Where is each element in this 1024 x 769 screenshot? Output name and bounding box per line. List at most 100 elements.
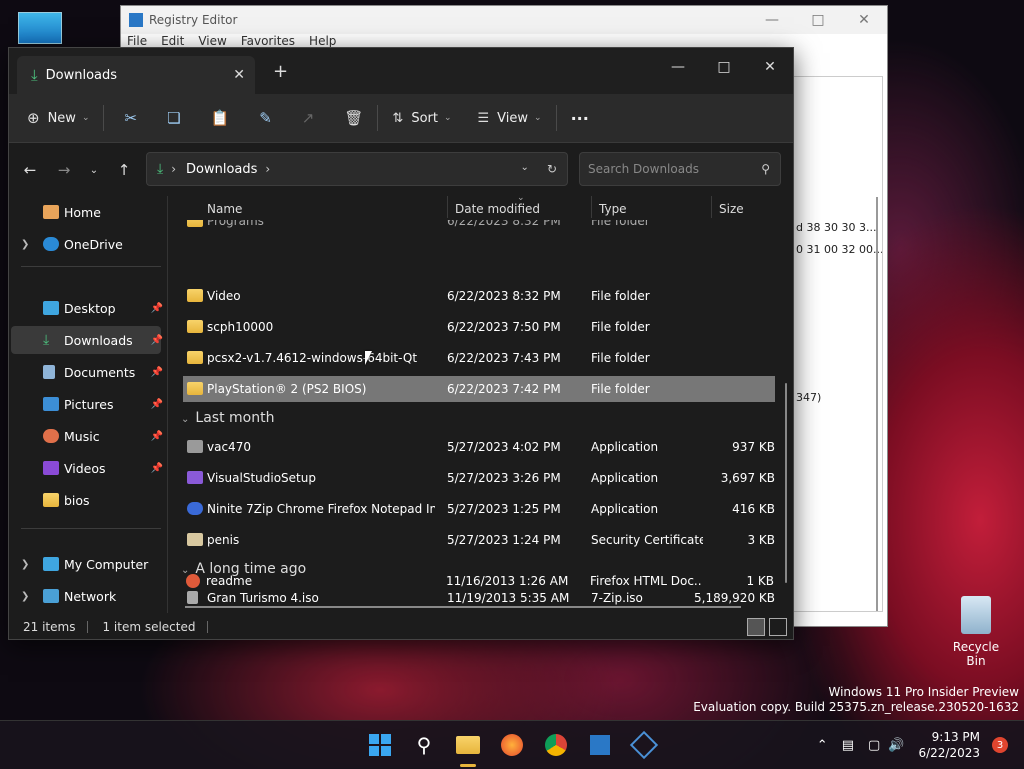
column-divider[interactable] bbox=[591, 196, 592, 218]
toolbar-separator bbox=[103, 105, 105, 131]
list-item[interactable]: readme 11/16/2013 1:26 AM Firefox HTML D… bbox=[182, 568, 774, 594]
breadcrumb-downloads[interactable]: Downloads bbox=[186, 162, 257, 177]
file-date: 11/16/2013 1:26 AM bbox=[446, 574, 569, 588]
maximize-icon[interactable]: □ bbox=[795, 12, 841, 28]
list-item[interactable]: vac470 5/27/2023 4:02 PM Application 937… bbox=[183, 434, 775, 460]
display-icon[interactable]: ▢ bbox=[868, 738, 880, 753]
rename-button[interactable]: ✎ bbox=[251, 101, 280, 135]
share-button[interactable]: ↗ bbox=[294, 101, 323, 135]
tab-downloads[interactable]: ⤓ Downloads ✕ bbox=[17, 56, 255, 94]
certificate-icon bbox=[187, 533, 203, 546]
list-item[interactable]: pcsx2-v1.7.4612-windows-64bit-Qt 6/22/20… bbox=[183, 345, 775, 371]
view-button[interactable]: ☰ View ⌄ bbox=[470, 101, 550, 135]
sidebar-item-bios[interactable]: bios bbox=[11, 486, 161, 514]
list-item[interactable]: scph10000 6/22/2023 7:50 PM File folder bbox=[183, 314, 775, 340]
computer-icon bbox=[43, 557, 59, 571]
vertical-scrollbar[interactable] bbox=[785, 383, 787, 583]
recent-locations-chevron-icon[interactable]: ⌄ bbox=[79, 165, 109, 176]
maximize-icon[interactable]: □ bbox=[701, 52, 747, 82]
sidebar-item-home[interactable]: Home bbox=[11, 198, 161, 226]
search-taskbar-button[interactable]: ⚲ bbox=[408, 729, 440, 761]
this-pc-desktop-icon[interactable] bbox=[18, 12, 62, 44]
sidebar-item-network[interactable]: ❯ Network bbox=[11, 582, 161, 610]
file-explorer-window[interactable]: ⤓ Downloads ✕ + — □ ✕ ⊕ New ⌄ ✂ ❏ 📋 ✎ ↗ … bbox=[8, 47, 794, 640]
breadcrumb-chevron-icon[interactable]: › bbox=[171, 162, 176, 176]
start-button[interactable] bbox=[364, 729, 396, 761]
sidebar-item-onedrive[interactable]: ❯ OneDrive bbox=[11, 230, 161, 258]
file-list[interactable]: Programs 6/22/2023 8:32 PM File folder N… bbox=[175, 196, 785, 613]
expand-chevron-icon[interactable]: ❯ bbox=[21, 559, 29, 570]
up-arrow-icon[interactable]: ↑ bbox=[109, 161, 139, 179]
sidebar-item-videos[interactable]: Videos 📌 bbox=[11, 454, 163, 482]
sidebar-item-pictures[interactable]: Pictures 📌 bbox=[11, 390, 163, 418]
expand-chevron-icon[interactable]: ❯ bbox=[21, 239, 29, 250]
pane-splitter[interactable] bbox=[167, 196, 168, 613]
close-icon[interactable]: ✕ bbox=[747, 52, 793, 82]
sidebar-item-desktop[interactable]: Desktop 📌 bbox=[11, 294, 163, 322]
recycle-bin-desktop-icon[interactable]: Recycle Bin bbox=[944, 596, 1008, 668]
tiles-view-icon[interactable] bbox=[769, 618, 787, 636]
column-size[interactable]: Size bbox=[719, 202, 744, 216]
file-size: 3,697 KB bbox=[720, 471, 775, 485]
registry-title-bar[interactable]: Registry Editor — □ ✕ bbox=[121, 6, 887, 34]
toolbar-separator bbox=[377, 105, 379, 131]
list-item[interactable]: Ninite 7Zip Chrome Firefox Notepad Inst.… bbox=[183, 496, 775, 522]
copy-button[interactable]: ❏ bbox=[159, 101, 188, 135]
file-date: 5/27/2023 1:25 PM bbox=[447, 502, 561, 516]
column-date-modified[interactable]: Date modified bbox=[455, 202, 540, 216]
registry-editor-taskbar-button[interactable] bbox=[584, 729, 616, 761]
network-icon[interactable]: ▤ bbox=[842, 738, 854, 753]
list-item[interactable]: VisualStudioSetup 5/27/2023 3:26 PM Appl… bbox=[183, 465, 775, 491]
new-tab-icon[interactable]: + bbox=[273, 61, 288, 82]
group-header-last-month[interactable]: ⌄ Last month bbox=[181, 410, 274, 426]
file-explorer-taskbar-button[interactable] bbox=[452, 729, 484, 767]
minimize-icon[interactable]: — bbox=[655, 52, 701, 82]
registry-scrollbar[interactable] bbox=[876, 197, 878, 611]
cut-button[interactable]: ✂ bbox=[116, 101, 145, 135]
registry-values-pane[interactable]: d 38 30 30 3... 0 31 00 32 00... 347) bbox=[793, 76, 883, 612]
active-indicator bbox=[460, 764, 476, 767]
list-item[interactable]: Video 6/22/2023 8:32 PM File folder bbox=[183, 283, 775, 309]
sidebar-item-documents[interactable]: Documents 📌 bbox=[11, 358, 163, 386]
download-icon: ⤓ bbox=[157, 161, 164, 177]
chevron-down-icon: ⌄ bbox=[534, 113, 542, 123]
address-bar[interactable]: ⤓ › Downloads › ⌄ ↻ bbox=[146, 152, 568, 186]
file-name: readme bbox=[206, 574, 253, 588]
sidebar-item-music[interactable]: Music 📌 bbox=[11, 422, 163, 450]
close-tab-icon[interactable]: ✕ bbox=[233, 67, 245, 83]
paste-button[interactable]: 📋 bbox=[203, 101, 238, 135]
clock[interactable]: 9:13 PM 6/22/2023 bbox=[918, 729, 980, 761]
minimize-icon[interactable]: — bbox=[749, 12, 795, 28]
expand-chevron-icon[interactable]: ❯ bbox=[21, 591, 29, 602]
chrome-taskbar-button[interactable] bbox=[540, 729, 572, 761]
column-name[interactable]: Name bbox=[207, 202, 242, 216]
collapse-chevron-icon[interactable]: ⌄ bbox=[181, 414, 189, 425]
address-dropdown-icon[interactable]: ⌄ bbox=[521, 162, 529, 176]
details-view-icon[interactable] bbox=[747, 618, 765, 636]
volume-icon[interactable]: 🔊 bbox=[888, 738, 904, 753]
more-options-button[interactable]: ··· bbox=[563, 101, 597, 135]
breadcrumb-chevron-icon[interactable]: › bbox=[265, 162, 270, 176]
horizontal-scrollbar[interactable] bbox=[185, 606, 741, 608]
new-button[interactable]: ⊕ New ⌄ bbox=[19, 101, 97, 135]
refresh-icon[interactable]: ↻ bbox=[547, 162, 557, 176]
delete-button[interactable]: 🗑 bbox=[336, 101, 371, 135]
file-type: Application bbox=[591, 440, 659, 454]
view-label: View bbox=[497, 110, 529, 126]
column-divider[interactable] bbox=[711, 196, 712, 218]
app-taskbar-button[interactable] bbox=[628, 729, 660, 761]
sidebar-item-my-computer[interactable]: ❯ My Computer bbox=[11, 550, 161, 578]
firefox-taskbar-button[interactable] bbox=[496, 729, 528, 761]
search-box[interactable]: Search Downloads ⚲ bbox=[579, 152, 781, 186]
show-hidden-icons-chevron-icon[interactable]: ⌃ bbox=[817, 738, 828, 753]
back-arrow-icon[interactable]: ← bbox=[15, 161, 45, 179]
list-item-selected[interactable]: PlayStation® 2 (PS2 BIOS) 6/22/2023 7:42… bbox=[183, 376, 775, 402]
close-icon[interactable]: ✕ bbox=[841, 12, 887, 28]
forward-arrow-icon[interactable]: → bbox=[49, 161, 79, 179]
list-item[interactable]: penis 5/27/2023 1:24 PM Security Certifi… bbox=[183, 527, 775, 553]
sort-button[interactable]: ⇅ Sort ⌄ bbox=[384, 101, 459, 135]
notification-badge[interactable]: 3 bbox=[992, 737, 1008, 753]
sidebar-item-downloads[interactable]: ⤓ Downloads 📌 bbox=[11, 326, 163, 354]
column-type[interactable]: Type bbox=[599, 202, 627, 216]
column-divider[interactable] bbox=[447, 196, 448, 218]
